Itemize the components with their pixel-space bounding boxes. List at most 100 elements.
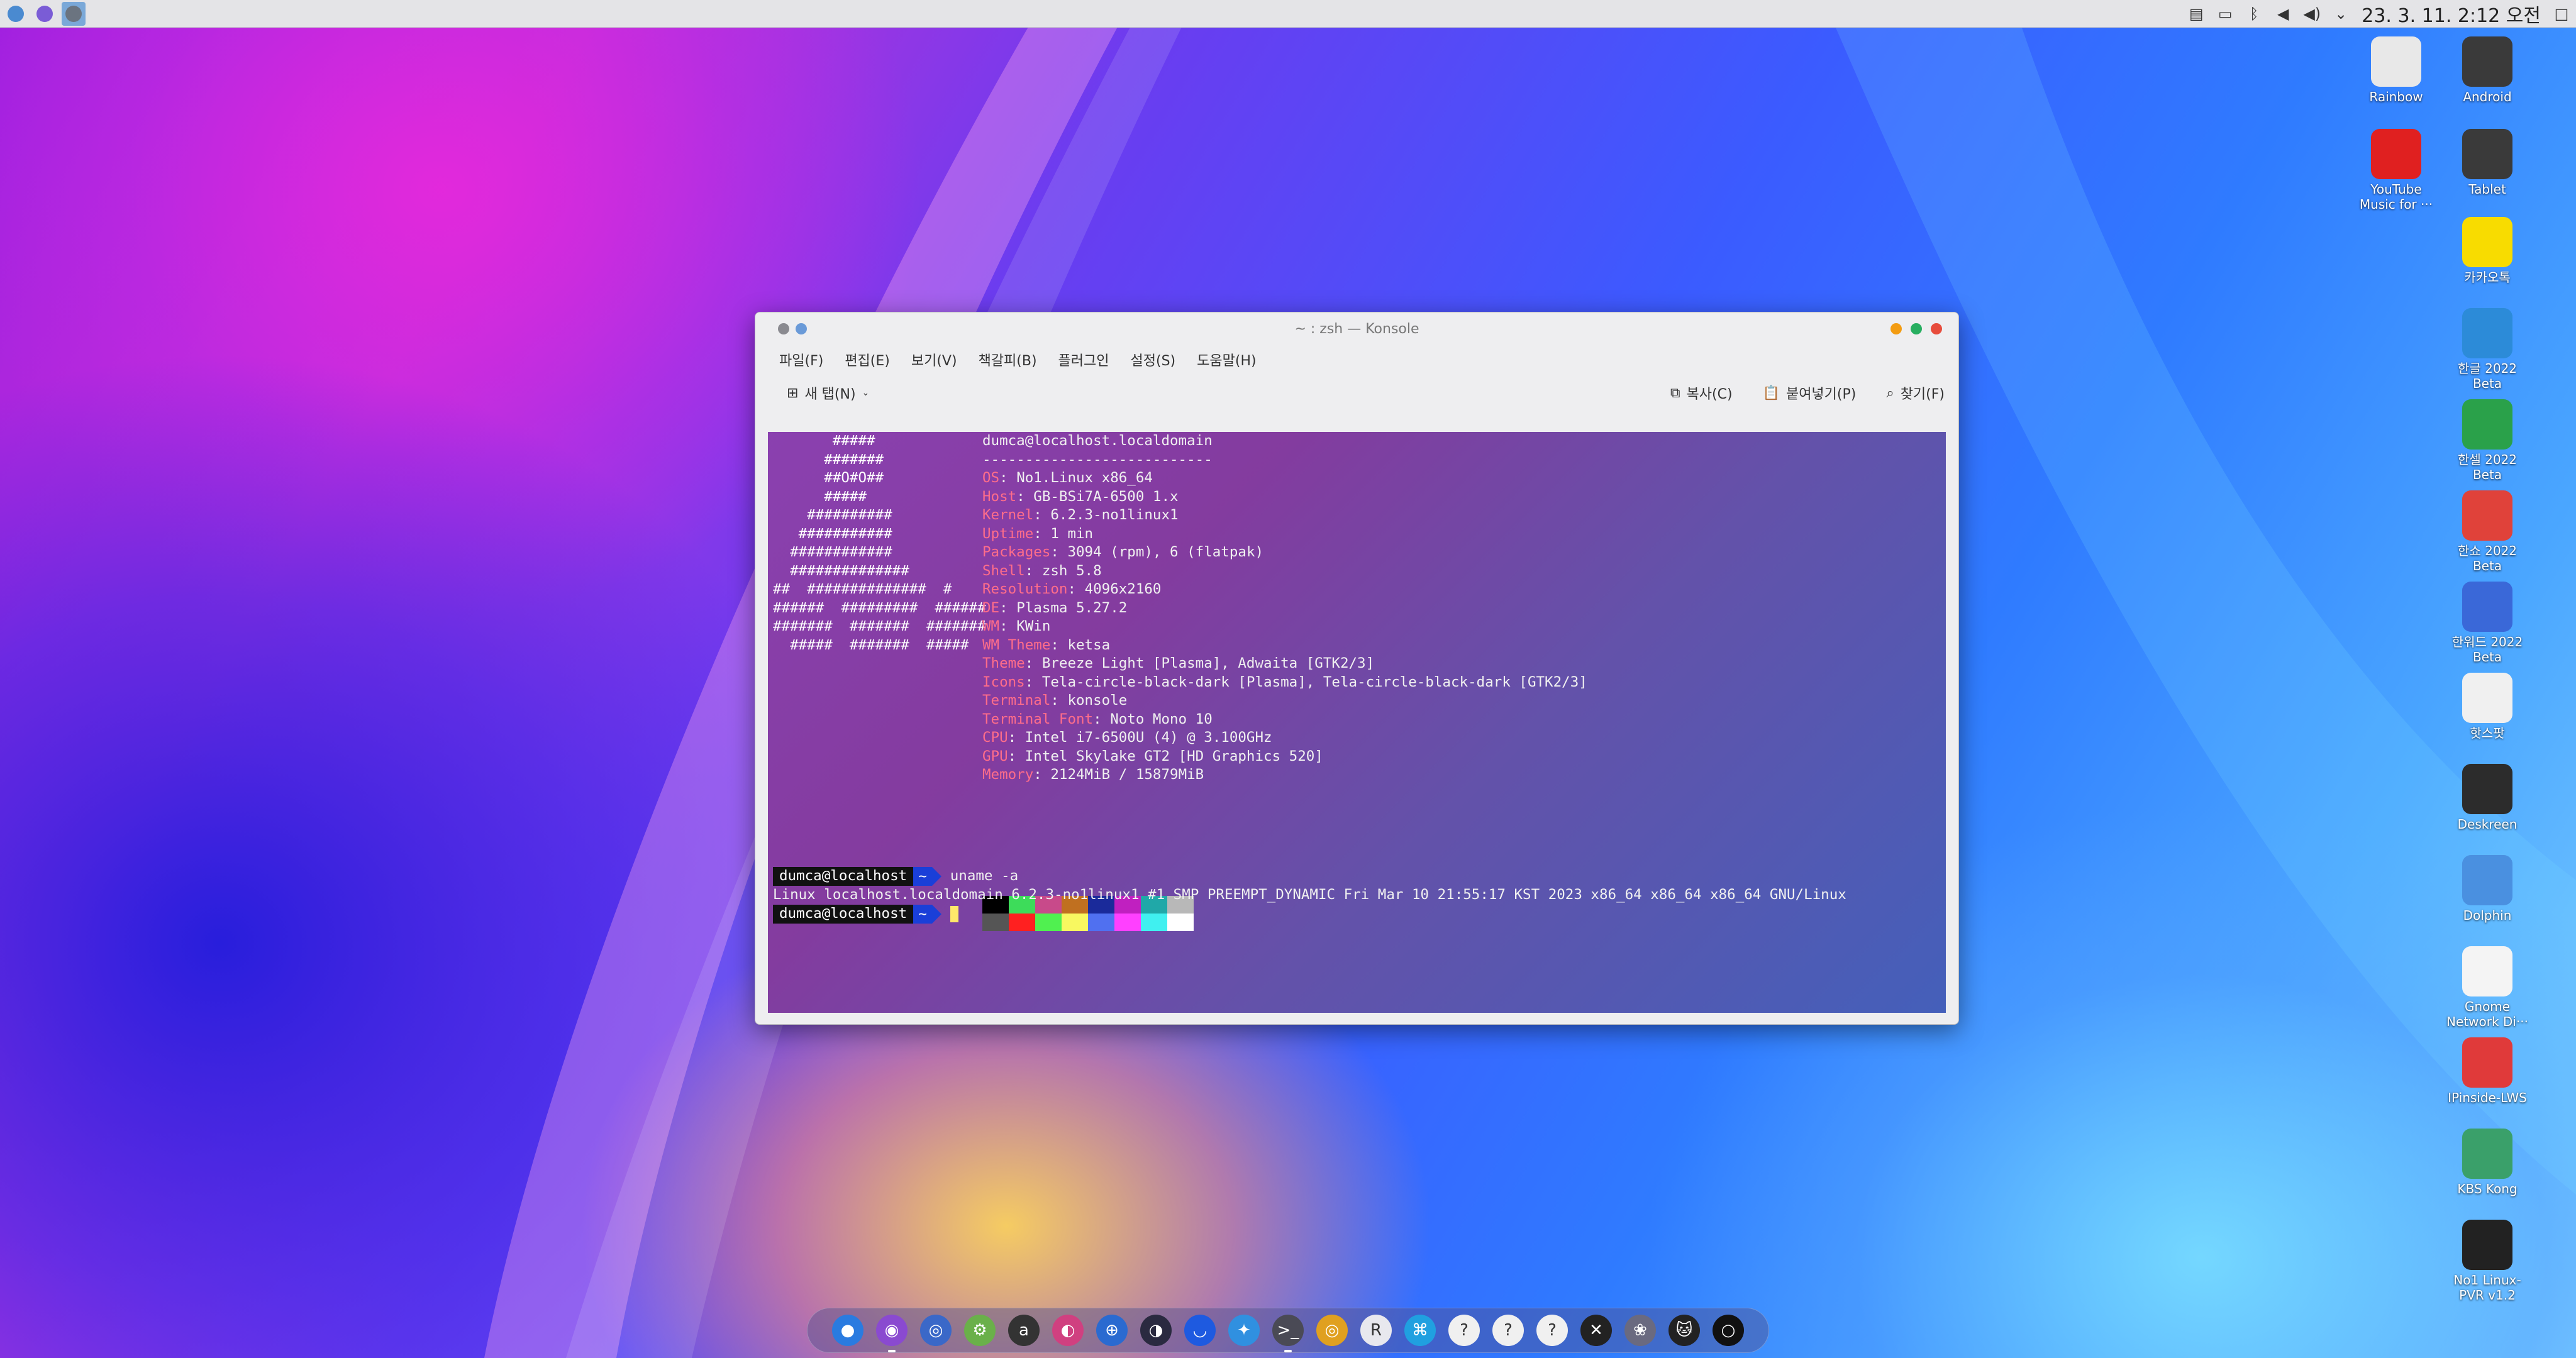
titlebar[interactable]: ~ : zsh — Konsole xyxy=(755,312,1958,345)
info-value: konsole xyxy=(1067,692,1128,709)
info-value: Plasma 5.27.2 xyxy=(1016,599,1128,616)
desktop-icon[interactable]: 핫스팟 xyxy=(2446,673,2528,741)
copy-icon: ⧉ xyxy=(1670,385,1680,401)
menu-bookmarks[interactable]: 책갈피(B) xyxy=(979,350,1037,370)
panel-firefox-icon[interactable] xyxy=(33,2,57,26)
unknown-app-icon: ? xyxy=(1548,1321,1557,1340)
kbs-kong-icon xyxy=(2462,1129,2512,1179)
menu-file[interactable]: 파일(F) xyxy=(779,350,823,370)
text-cursor xyxy=(950,906,958,922)
maximize-button[interactable] xyxy=(1911,323,1922,334)
desktop-icon[interactable]: IPinside-LWS xyxy=(2446,1037,2528,1105)
desktop-icon[interactable]: 한쇼 2022 Beta xyxy=(2446,490,2528,573)
dock-network-icon[interactable]: ⊕ xyxy=(1096,1315,1128,1346)
dock-settings-icon[interactable]: ⚙ xyxy=(964,1315,996,1346)
menu-edit[interactable]: 편집(E) xyxy=(845,350,890,370)
pvr-icon xyxy=(2462,1220,2512,1270)
ascii-line: ############## xyxy=(773,562,909,579)
desktop-icon[interactable]: 한워드 2022 Beta xyxy=(2446,582,2528,665)
terminal-view[interactable]: ##### ####### ##O#O## ##### ########## #… xyxy=(768,432,1946,1013)
dock-flutter-icon[interactable]: ⌘ xyxy=(1404,1315,1436,1346)
dock-cat-app-icon[interactable]: 🐱 xyxy=(1668,1315,1700,1346)
ascii-line: ########## xyxy=(773,507,892,523)
desktop-icon[interactable]: Deskreen xyxy=(2446,764,2528,832)
new-tab-button[interactable]: ⊞ 새 탭(N) ⌄ xyxy=(787,383,869,403)
ipinside-icon xyxy=(2462,1037,2512,1088)
menu-plugins[interactable]: 플러그인 xyxy=(1058,350,1109,370)
record-icon: ◎ xyxy=(1324,1321,1340,1340)
info-value: Breeze Light [Plasma], Adwaita [GTK2/3] xyxy=(1041,655,1375,671)
copy-button[interactable]: ⧉ 복사(C) xyxy=(1670,383,1733,403)
dock-unknown-app-icon[interactable]: ? xyxy=(1448,1315,1480,1346)
dock-app-a-icon[interactable]: a xyxy=(1008,1315,1040,1346)
paste-label: 붙여넣기(P) xyxy=(1785,387,1857,402)
info-key: Icons xyxy=(982,673,1025,690)
neofetch-separator: --------------------------- xyxy=(982,451,1213,468)
dock-finder-icon[interactable]: ● xyxy=(832,1315,863,1346)
dock-unknown-app-icon[interactable]: ? xyxy=(1536,1315,1568,1346)
info-value: Tela-circle-black-dark [Plasma], Tela-ci… xyxy=(1041,673,1587,690)
volume-icon[interactable]: ◀ xyxy=(2275,5,2291,23)
desktop-icon[interactable]: No1 Linux- PVR v1.2 xyxy=(2446,1220,2528,1303)
dock-daemon-icon[interactable]: ◑ xyxy=(1140,1315,1172,1346)
dock-browser-icon[interactable]: ◎ xyxy=(920,1315,952,1346)
menu-settings[interactable]: 설정(S) xyxy=(1131,350,1176,370)
dock-r-app-icon[interactable]: R xyxy=(1360,1315,1392,1346)
display-icon[interactable]: ▭ xyxy=(2217,5,2233,23)
prompt-arrow-icon xyxy=(931,867,941,886)
desktop-icon[interactable]: YouTube Music for ··· xyxy=(2355,129,2437,212)
paste-button[interactable]: 📋 붙여넣기(P) xyxy=(1763,383,1857,403)
ascii-line: ##O#O## xyxy=(773,470,884,486)
volume-high-icon[interactable]: ◀) xyxy=(2303,5,2321,23)
desktop-icon-label: Deskreen xyxy=(2457,817,2518,832)
dock-kdeconnect-icon[interactable]: ✦ xyxy=(1228,1315,1260,1346)
menu-help[interactable]: 도움말(H) xyxy=(1197,350,1256,370)
dock-firefox-icon[interactable]: ◉ xyxy=(876,1315,908,1352)
info-row: Host: GB-BSi7A-6500 1.x xyxy=(982,488,1179,505)
cat-app-icon: 🐱 xyxy=(1675,1321,1693,1340)
desktop-icon-label: Gnome Network Di··· xyxy=(2446,999,2528,1029)
dock-terminal-icon[interactable]: >_ xyxy=(1272,1315,1304,1352)
prompt-dir: ~ xyxy=(913,905,932,924)
desktop-icon[interactable]: Android xyxy=(2446,36,2528,104)
desktop-icon[interactable]: 카카오톡 xyxy=(2446,217,2528,285)
desktop-icon[interactable]: KBS Kong xyxy=(2446,1129,2528,1196)
desktop-icon[interactable]: Rainbow xyxy=(2355,36,2437,104)
top-panel: ▤ ▭ ᛒ ◀ ◀) ⌄ 23. 3. 11. 2:12 오전 □ xyxy=(0,0,2576,28)
dock-circle-app-icon[interactable]: ○ xyxy=(1713,1315,1744,1346)
info-key: Packages xyxy=(982,544,1051,560)
desktop-icon[interactable]: Gnome Network Di··· xyxy=(2446,946,2528,1029)
chevron-down-icon[interactable]: ⌄ xyxy=(2333,5,2349,23)
show-desktop-icon[interactable]: □ xyxy=(2553,5,2570,23)
command-text: uname -a xyxy=(950,868,1019,885)
smile-app-icon: ◡ xyxy=(1192,1321,1208,1340)
clock[interactable]: 23. 3. 11. 2:12 오전 xyxy=(2362,0,2541,28)
desktop-icon-label: 카카오톡 xyxy=(2464,270,2511,285)
dock-unknown-app-icon[interactable]: ? xyxy=(1492,1315,1524,1346)
info-row: Icons: Tela-circle-black-dark [Plasma], … xyxy=(982,673,1587,690)
find-button[interactable]: ⌕ 찾기(F) xyxy=(1886,383,1945,403)
dock-record-icon[interactable]: ◎ xyxy=(1316,1315,1348,1346)
desktop-icon[interactable]: 한글 2022 Beta xyxy=(2446,308,2528,391)
bluetooth-icon[interactable]: ᛒ xyxy=(2246,5,2262,23)
dock-smile-app-icon[interactable]: ◡ xyxy=(1184,1315,1216,1346)
desktop-icon[interactable]: Dolphin xyxy=(2446,855,2528,923)
panel-konsole-icon[interactable] xyxy=(62,1,86,26)
info-key: Terminal Font xyxy=(982,710,1094,727)
desktop-icon[interactable]: 한셀 2022 Beta xyxy=(2446,399,2528,482)
dock-cluster-icon[interactable]: ❀ xyxy=(1624,1315,1656,1346)
minimize-button[interactable] xyxy=(1890,323,1902,334)
menu-view[interactable]: 보기(V) xyxy=(911,350,957,370)
konsole-window[interactable]: ~ : zsh — Konsole 파일(F) 편집(E) 보기(V) 책갈피(… xyxy=(755,312,1959,1025)
neofetch-header: dumca@localhost.localdomain xyxy=(982,433,1213,449)
network-icon: ⊕ xyxy=(1105,1321,1119,1340)
dock-x-app-icon[interactable]: ✕ xyxy=(1580,1315,1612,1346)
ascii-line: ##### ####### ##### xyxy=(773,636,969,653)
desktop-icon-label: Tablet xyxy=(2468,182,2506,197)
close-button[interactable] xyxy=(1931,323,1942,334)
panel-kde-connect-icon[interactable] xyxy=(4,2,28,26)
desktop-icon[interactable]: Tablet xyxy=(2446,129,2528,197)
clipboard-icon[interactable]: ▤ xyxy=(2188,5,2204,23)
dock-color-app-icon[interactable]: ◐ xyxy=(1052,1315,1084,1346)
hangul-icon xyxy=(2462,308,2512,358)
